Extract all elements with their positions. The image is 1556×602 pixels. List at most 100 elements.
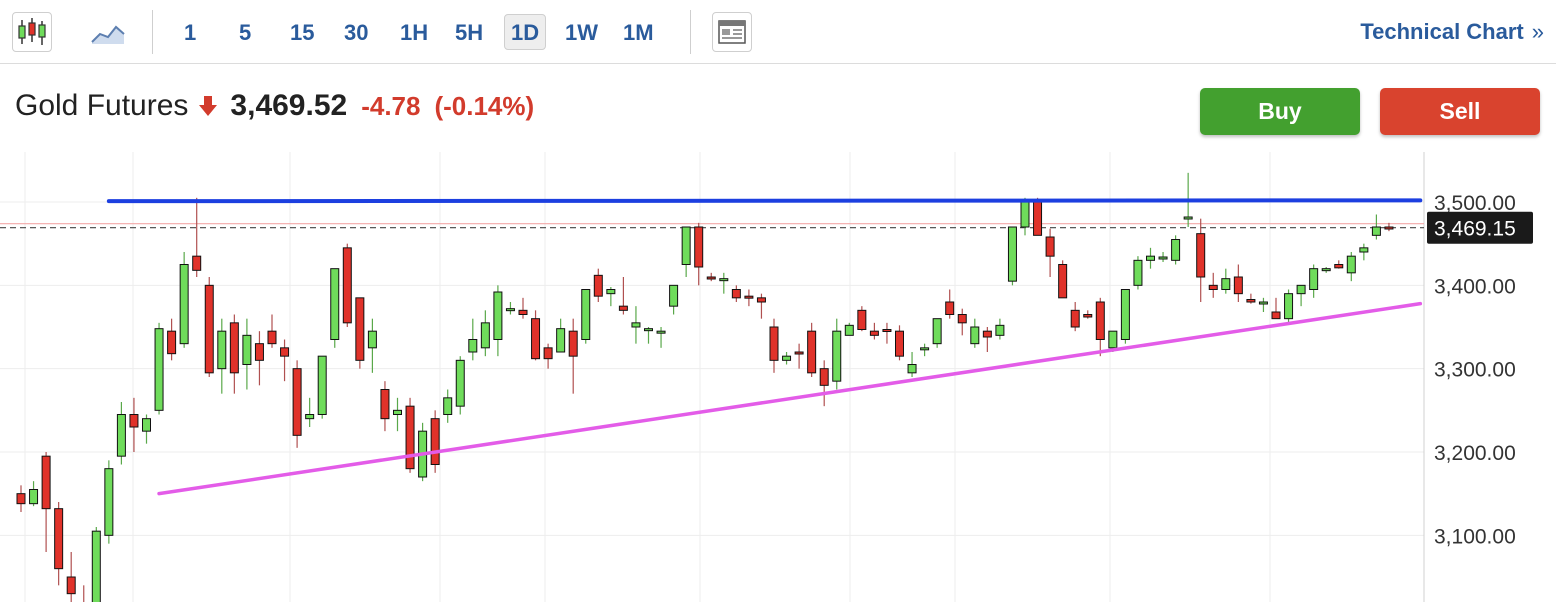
candle-body[interactable] — [505, 308, 515, 312]
candle-body[interactable] — [1183, 216, 1193, 220]
candle-body[interactable] — [581, 289, 591, 340]
support-trend-line[interactable] — [157, 301, 1423, 496]
candle-body[interactable] — [1208, 284, 1218, 290]
candle-body[interactable] — [480, 322, 490, 349]
candle-body[interactable] — [254, 343, 264, 361]
candle-body[interactable] — [543, 347, 553, 360]
candle-body[interactable] — [731, 289, 741, 299]
candle-body[interactable] — [142, 418, 151, 432]
candle-body[interactable] — [631, 322, 641, 328]
candle-body[interactable] — [844, 324, 854, 336]
candle-body[interactable] — [895, 330, 904, 357]
candle-body[interactable] — [556, 328, 566, 353]
candle-body[interactable] — [1196, 233, 1206, 278]
candle-body[interactable] — [41, 455, 51, 510]
candle-body[interactable] — [342, 247, 352, 324]
candle-body[interactable] — [1246, 299, 1256, 303]
candle-body[interactable] — [280, 347, 290, 357]
candle-body[interactable] — [1146, 255, 1155, 261]
candlestick-chart-icon[interactable] — [12, 12, 52, 52]
candle-body[interactable] — [1133, 259, 1143, 286]
candle-body[interactable] — [694, 226, 704, 268]
candle-body[interactable] — [292, 368, 302, 436]
candle-body[interactable] — [1108, 330, 1118, 349]
candle-body[interactable] — [518, 309, 528, 315]
candle-body[interactable] — [317, 355, 327, 416]
candle-body[interactable] — [782, 355, 792, 361]
candle-body[interactable] — [116, 414, 126, 457]
candle-body[interactable] — [681, 226, 691, 265]
candle-body[interactable] — [832, 330, 842, 382]
candle-body[interactable] — [606, 289, 616, 295]
candle-body[interactable] — [1058, 264, 1068, 299]
candle-body[interactable] — [229, 322, 239, 374]
candle-body[interactable] — [1321, 268, 1331, 272]
candle-body[interactable] — [455, 359, 465, 407]
candle-body[interactable] — [355, 297, 365, 361]
timeframe-5h[interactable]: 5H — [448, 14, 490, 50]
timeframe-5[interactable]: 5 — [232, 14, 258, 50]
candle-body[interactable] — [167, 330, 177, 355]
price-chart[interactable]: 3,100.00 3,200.00 3,300.00 3,400.00 3,500.00… — [0, 152, 1556, 602]
candle-body[interactable] — [1359, 247, 1369, 253]
candle-body[interactable] — [669, 284, 679, 307]
candle-body[interactable] — [1171, 239, 1181, 261]
candle-body[interactable] — [857, 309, 867, 330]
sell-button[interactable]: Sell — [1380, 88, 1540, 135]
candle-body[interactable] — [1384, 226, 1394, 230]
candle-body[interactable] — [16, 493, 26, 505]
candle-body[interactable] — [957, 314, 967, 324]
candle-body[interactable] — [1271, 311, 1281, 320]
candle-body[interactable] — [54, 508, 64, 570]
candle-body[interactable] — [970, 326, 980, 345]
candle-body[interactable] — [1033, 201, 1043, 236]
candle-body[interactable] — [129, 414, 139, 428]
candle-body[interactable] — [1221, 278, 1231, 290]
candle-body[interactable] — [568, 330, 578, 357]
timeframe-1[interactable]: 1 — [177, 14, 203, 50]
candle-body[interactable] — [982, 330, 992, 338]
candle-body[interactable] — [493, 291, 503, 340]
candle-body[interactable] — [104, 468, 114, 536]
candle-body[interactable] — [405, 405, 415, 470]
candle-body[interactable] — [1007, 226, 1017, 282]
candle-body[interactable] — [393, 409, 402, 416]
candle-body[interactable] — [593, 274, 603, 297]
candle-body[interactable] — [367, 330, 377, 349]
candle-body[interactable] — [920, 347, 930, 351]
candle-body[interactable] — [154, 328, 164, 411]
candle-body[interactable] — [769, 326, 779, 361]
candle-body[interactable] — [744, 295, 754, 299]
candle-body[interactable] — [66, 576, 76, 595]
candle-body[interactable] — [1258, 301, 1268, 305]
technical-chart-link[interactable]: Technical Chart » — [1360, 14, 1544, 50]
candle-body[interactable] — [882, 329, 892, 332]
candle-body[interactable] — [330, 268, 340, 340]
timeframe-1h[interactable]: 1H — [393, 14, 435, 50]
candle-body[interactable] — [1371, 226, 1381, 236]
candle-body[interactable] — [1334, 264, 1344, 269]
timeframe-1w[interactable]: 1W — [558, 14, 605, 50]
candle-body[interactable] — [656, 330, 666, 334]
candle-body[interactable] — [468, 339, 478, 353]
candle-body[interactable] — [1309, 268, 1319, 290]
candle-body[interactable] — [945, 301, 955, 315]
candle-body[interactable] — [807, 330, 817, 374]
timeframe-1d[interactable]: 1D — [504, 14, 547, 50]
news-layout-icon[interactable] — [712, 12, 752, 52]
candle-body[interactable] — [531, 318, 541, 360]
candle-body[interactable] — [1095, 301, 1105, 340]
candle-body[interactable] — [443, 397, 453, 415]
candle-body[interactable] — [1083, 314, 1093, 318]
candle-body[interactable] — [995, 324, 1005, 336]
candle-body[interactable] — [179, 264, 189, 345]
candle-body[interactable] — [217, 330, 227, 370]
candle-body[interactable] — [1020, 201, 1030, 228]
candle-body[interactable] — [618, 305, 628, 311]
candle-body[interactable] — [794, 351, 804, 355]
candle-body[interactable] — [29, 489, 39, 505]
candle-body[interactable] — [869, 330, 879, 336]
candle-body[interactable] — [932, 318, 942, 345]
candle-body[interactable] — [719, 278, 729, 282]
candle-body[interactable] — [1158, 256, 1168, 260]
